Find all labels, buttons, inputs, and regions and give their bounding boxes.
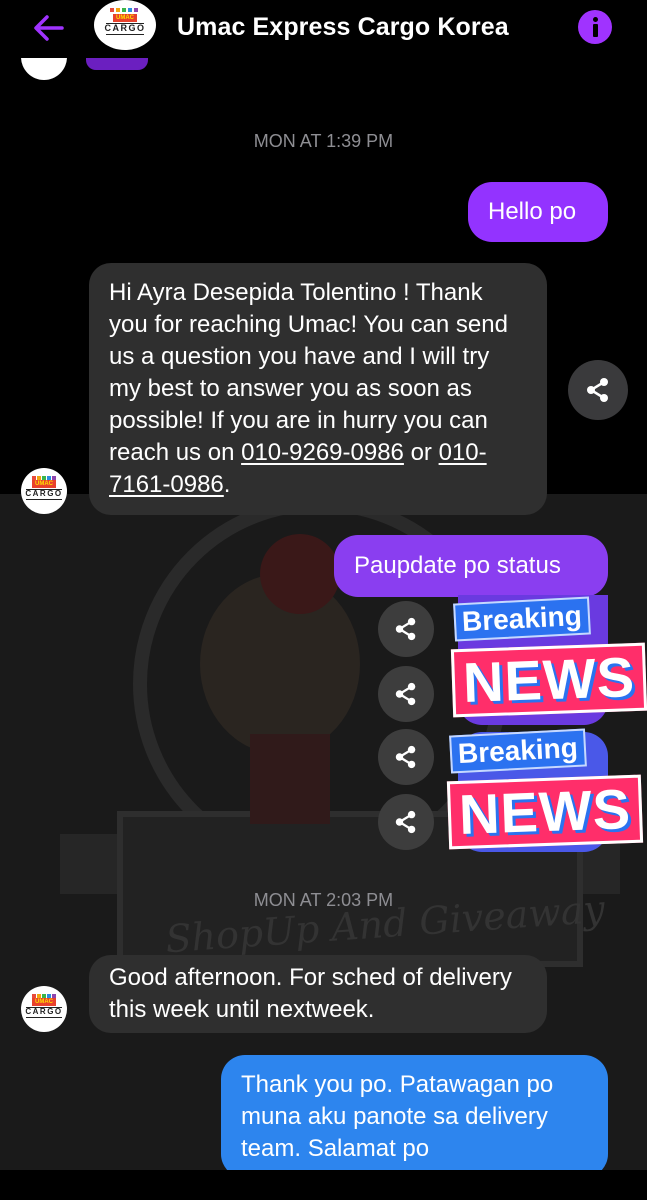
logo-cargo: CARGO bbox=[104, 23, 146, 33]
afternoon-text: Good afternoon. For sched of delivery th… bbox=[109, 964, 512, 1023]
message-greeting[interactable]: Hi Ayra Desepida Tolentino ! Thank you f… bbox=[89, 263, 547, 515]
greeting-or: or bbox=[403, 439, 439, 466]
umac-logo: UMAC CARGO bbox=[102, 8, 148, 42]
share-icon bbox=[587, 378, 608, 402]
logo-brand: UMAC bbox=[32, 480, 56, 488]
umac-logo: UMAC CARGO bbox=[24, 476, 64, 506]
logo-cargo: CARGO bbox=[25, 489, 63, 498]
phone-link-1[interactable]: 010-9269-0986 bbox=[241, 439, 404, 466]
message-thankyou[interactable]: Thank you po. Patawagan po muna aku pano… bbox=[221, 1055, 608, 1170]
breaking-news-sticker[interactable]: Breaking NEWS bbox=[444, 728, 647, 858]
back-button[interactable] bbox=[28, 8, 68, 48]
bottom-bar bbox=[0, 1170, 647, 1200]
chat-title[interactable]: Umac Express Cargo Korea bbox=[177, 13, 509, 42]
share-icon bbox=[395, 810, 416, 834]
message-afternoon[interactable]: Good afternoon. For sched of delivery th… bbox=[89, 955, 547, 1033]
message-hello[interactable]: Hello po bbox=[468, 182, 608, 242]
breaking-news-sticker[interactable]: Breaking NEWS bbox=[448, 596, 647, 726]
timestamp: MON AT 2:03 PM bbox=[253, 890, 394, 910]
sticker-breaking-label: Breaking bbox=[453, 596, 591, 642]
share-button[interactable] bbox=[378, 729, 434, 785]
message-paupdate[interactable]: Paupdate po status bbox=[334, 535, 608, 597]
share-button[interactable] bbox=[378, 666, 434, 722]
sticker-news-label: NEWS bbox=[446, 774, 644, 850]
share-button[interactable] bbox=[378, 794, 434, 850]
message-list[interactable]: ShopUp And Giveaway MON AT 1:39 PM Hello… bbox=[0, 58, 647, 1170]
info-icon[interactable] bbox=[578, 10, 612, 44]
logo-brand: UMAC bbox=[113, 14, 137, 22]
timestamp: MON AT 1:39 PM bbox=[253, 131, 394, 151]
share-icon bbox=[395, 682, 416, 706]
sender-avatar[interactable]: UMAC CARGO bbox=[21, 468, 67, 514]
share-icon bbox=[395, 617, 416, 641]
umac-logo: UMAC CARGO bbox=[24, 994, 64, 1024]
chat-header: UMAC CARGO Umac Express Cargo Korea bbox=[0, 0, 647, 58]
greeting-period: . bbox=[223, 471, 231, 498]
logo-brand: UMAC bbox=[32, 998, 56, 1006]
sender-avatar[interactable]: UMAC CARGO bbox=[21, 986, 67, 1032]
sender-avatar[interactable] bbox=[21, 58, 67, 80]
share-button[interactable] bbox=[378, 601, 434, 657]
sticker-news-label: NEWS bbox=[450, 642, 647, 718]
arrow-left-icon bbox=[34, 15, 64, 41]
greeting-text: Hi Ayra Desepida Tolentino ! Thank you f… bbox=[109, 279, 508, 466]
previous-message-bubble[interactable] bbox=[86, 58, 148, 70]
logo-cargo: CARGO bbox=[25, 1007, 63, 1016]
contact-avatar[interactable]: UMAC CARGO bbox=[94, 0, 156, 50]
sticker-breaking-label: Breaking bbox=[449, 728, 587, 774]
share-icon bbox=[395, 745, 416, 769]
share-button[interactable] bbox=[568, 360, 628, 420]
